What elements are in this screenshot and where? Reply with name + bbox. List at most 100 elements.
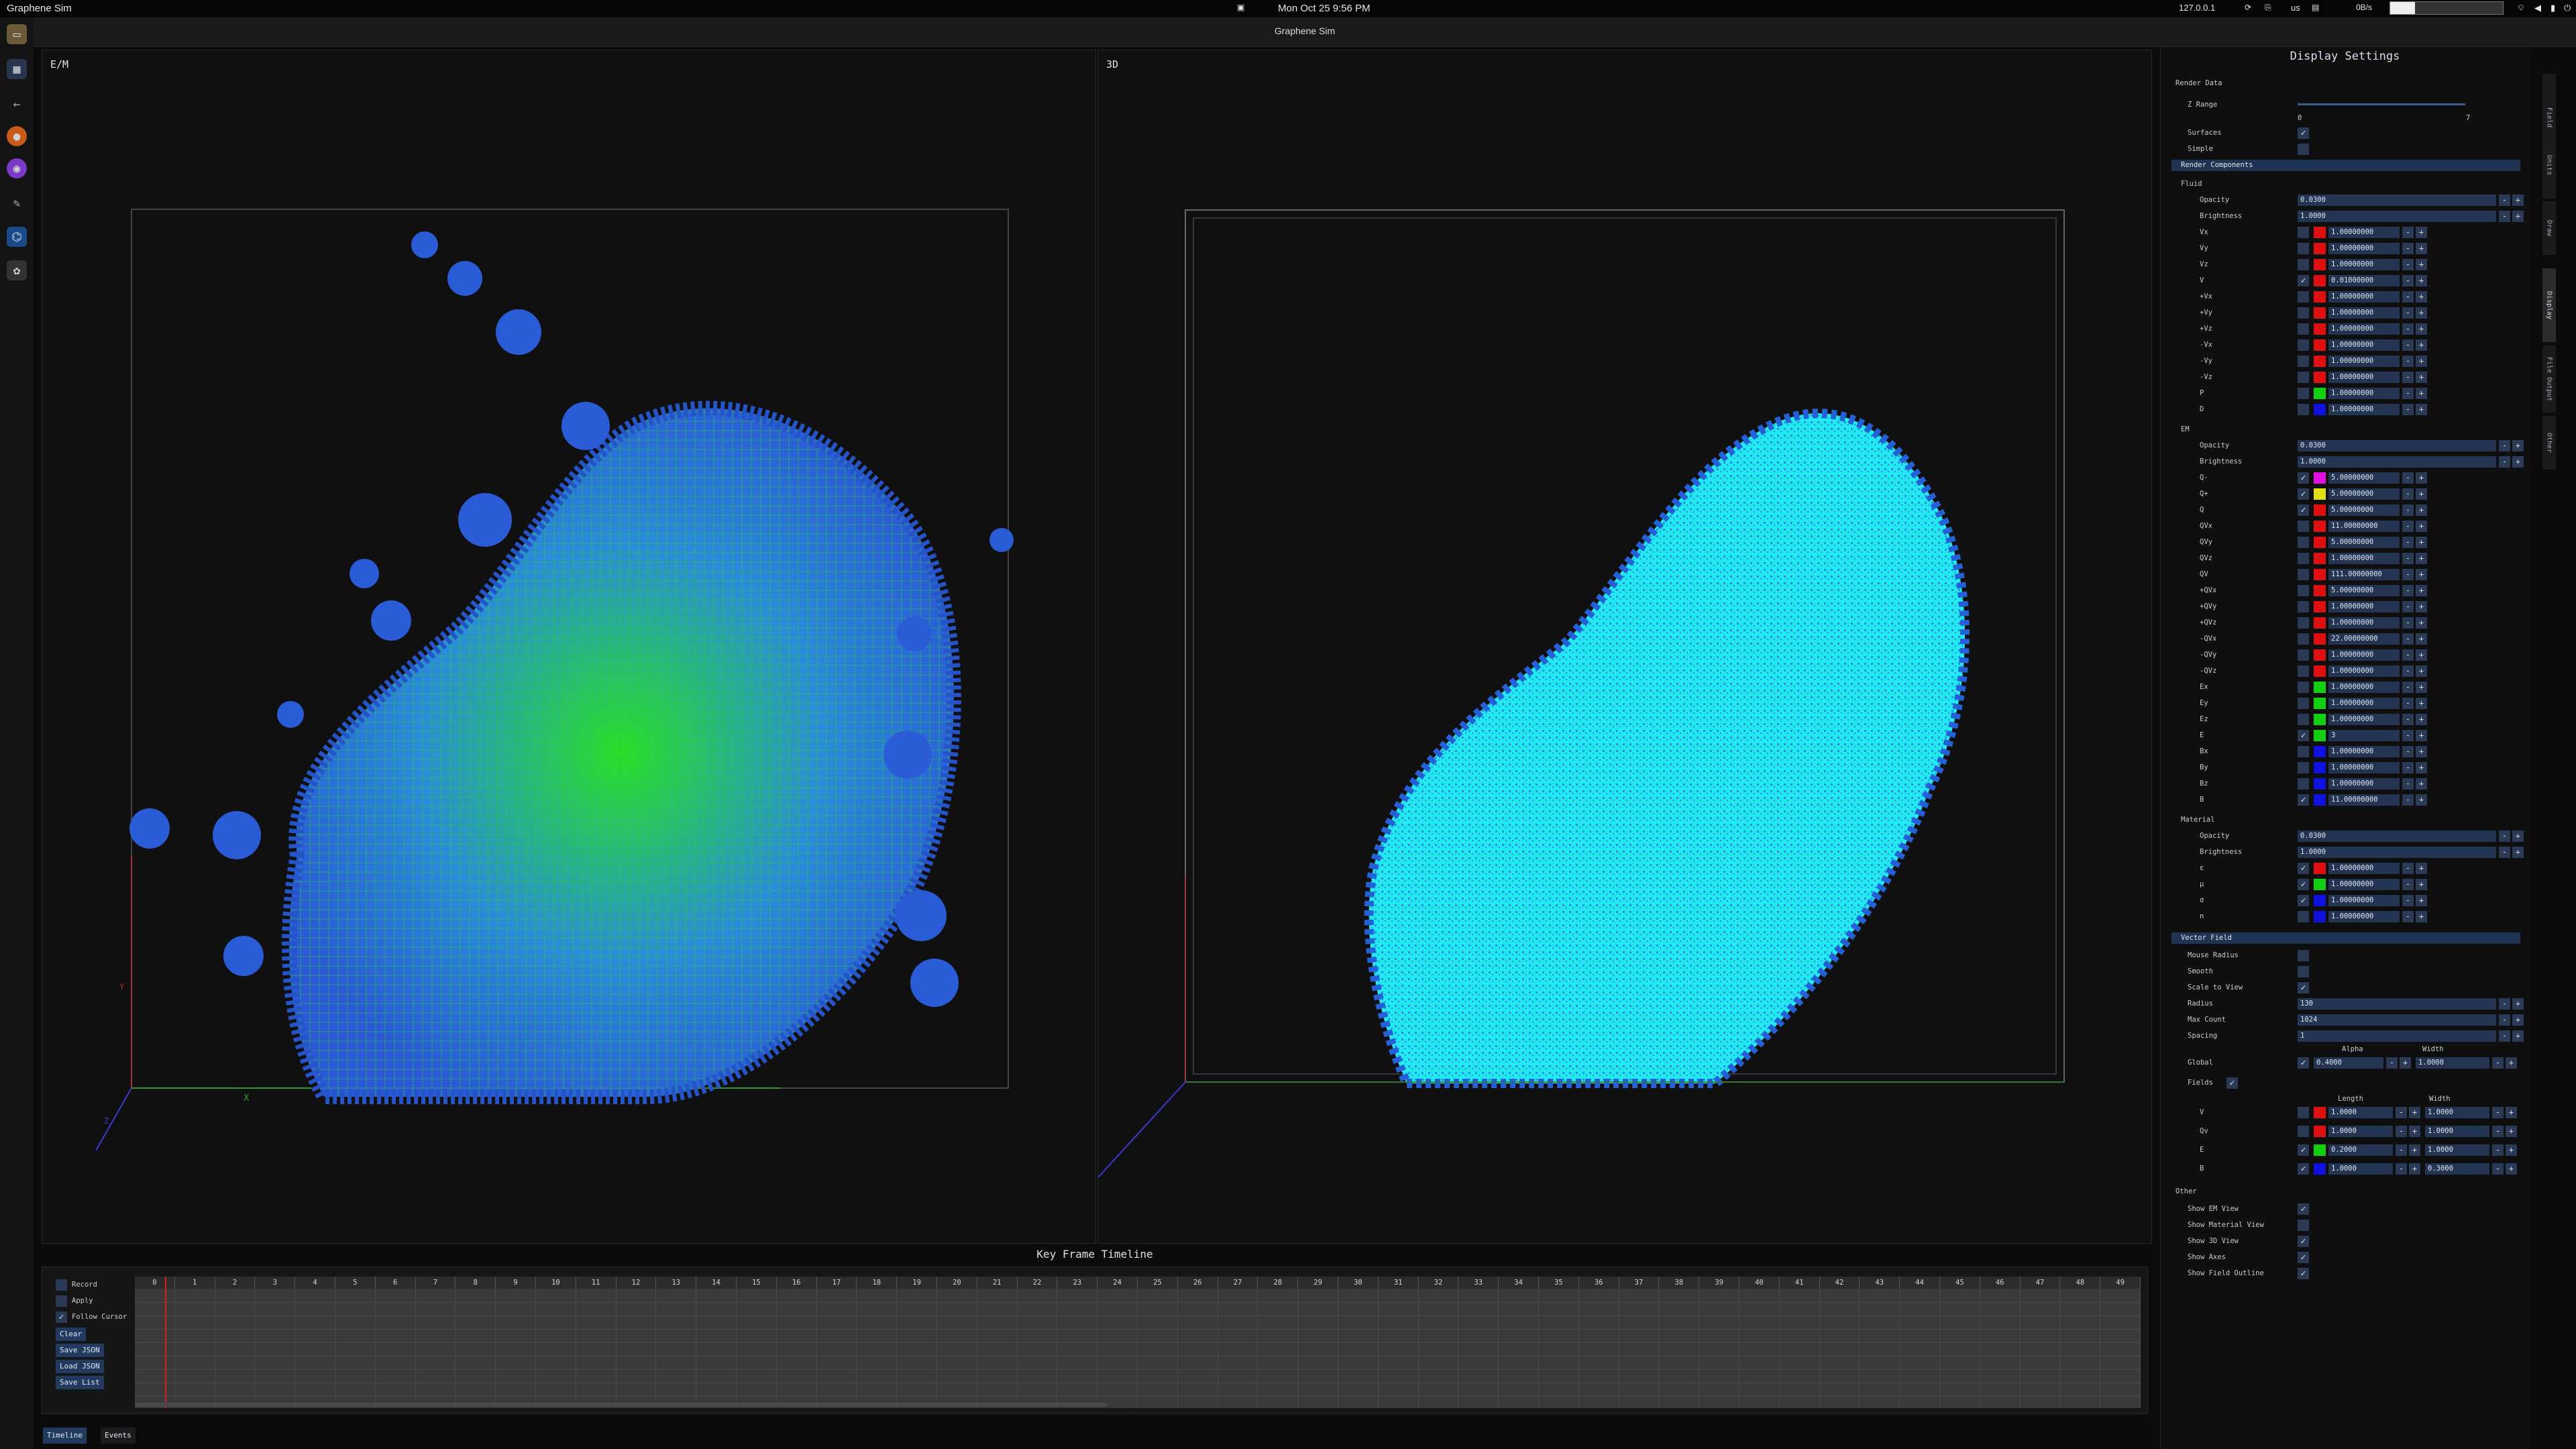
em-row-scale-plus[interactable]: +	[2416, 488, 2427, 500]
key-frame-timeline[interactable]: Record Apply ✓ Follow Cursor Clear Save …	[42, 1267, 2148, 1414]
vector-field-length-input[interactable]: 1.0000	[2328, 1126, 2393, 1137]
em-row-scale-minus[interactable]: -	[2402, 746, 2414, 757]
fluid-row-scale-minus[interactable]: -	[2402, 372, 2414, 383]
browser-icon[interactable]: ◉	[7, 158, 27, 178]
timeline-frame-header[interactable]: 33	[1458, 1277, 1499, 1289]
side-tab-other[interactable]: Other	[2542, 416, 2556, 470]
em-row-scale-plus[interactable]: +	[2416, 585, 2427, 596]
timeline-frame-column[interactable]	[1659, 1289, 1700, 1408]
fluid-row-scale-input[interactable]: 1.00000000	[2328, 307, 2400, 319]
em-row-checkbox[interactable]: ✓	[2298, 504, 2309, 516]
timeline-frame-header[interactable]: 21	[977, 1277, 1018, 1289]
fluid-row-scale-input[interactable]: 1.00000000	[2328, 323, 2400, 335]
fluid-row-checkbox[interactable]	[2298, 291, 2309, 303]
em-row-scale-input[interactable]: 5.00000000	[2328, 504, 2400, 516]
em-row-color-swatch[interactable]	[2314, 472, 2326, 484]
fluid-row-checkbox[interactable]	[2298, 356, 2309, 367]
timeline-frame-header[interactable]: 44	[1900, 1277, 1940, 1289]
tab-timeline[interactable]: Timeline	[43, 1428, 87, 1444]
timeline-frame-header[interactable]: 19	[897, 1277, 937, 1289]
timeline-frame-header[interactable]: 12	[616, 1277, 657, 1289]
fluid-row-checkbox[interactable]	[2298, 339, 2309, 351]
vector-field-length-plus[interactable]: +	[2409, 1144, 2420, 1156]
other-option-checkbox[interactable]: ✓	[2298, 1268, 2309, 1279]
timeline-frame-column[interactable]	[977, 1289, 1018, 1408]
timeline-frame-column[interactable]	[1699, 1289, 1739, 1408]
material-row-checkbox[interactable]: ✓	[2298, 879, 2309, 890]
material-row-color-swatch[interactable]	[2314, 895, 2326, 906]
timeline-frame-header[interactable]: 26	[1177, 1277, 1218, 1289]
timeline-scrollbar[interactable]	[135, 1403, 1108, 1407]
em-row-scale-plus[interactable]: +	[2416, 633, 2427, 645]
timeline-frame-header[interactable]: 34	[1499, 1277, 1539, 1289]
em-row-scale-minus[interactable]: -	[2402, 569, 2414, 580]
em-row-scale-input[interactable]: 1.00000000	[2328, 778, 2400, 790]
fluid-row-scale-minus[interactable]: -	[2402, 356, 2414, 367]
spacing-minus[interactable]: -	[2499, 1030, 2510, 1042]
fluid-row-scale-plus[interactable]: +	[2416, 307, 2427, 319]
timeline-frame-column[interactable]	[857, 1289, 898, 1408]
em-row-scale-minus[interactable]: -	[2402, 488, 2414, 500]
em-row-color-swatch[interactable]	[2314, 601, 2326, 612]
timeline-frame-column[interactable]	[897, 1289, 937, 1408]
em-row-checkbox[interactable]	[2298, 746, 2309, 757]
em-opacity-plus[interactable]: +	[2512, 440, 2524, 451]
vector-field-length-plus[interactable]: +	[2409, 1107, 2420, 1118]
side-tab-units[interactable]: Units	[2542, 131, 2556, 199]
vector-field-row-checkbox[interactable]	[2298, 1107, 2309, 1118]
em-row-checkbox[interactable]: ✓	[2298, 730, 2309, 741]
em-row-scale-plus[interactable]: +	[2416, 698, 2427, 709]
fluid-opacity-input[interactable]: 0.0300	[2298, 195, 2496, 206]
other-option-checkbox[interactable]: ✓	[2298, 1203, 2309, 1215]
timeline-frame-header[interactable]: 30	[1338, 1277, 1379, 1289]
max-count-input[interactable]: 1024	[2298, 1014, 2496, 1026]
timeline-frame-column[interactable]	[1057, 1289, 1098, 1408]
timeline-frame-header[interactable]: 39	[1699, 1277, 1739, 1289]
fields-checkbox[interactable]: ✓	[2226, 1077, 2238, 1089]
em-row-scale-input[interactable]: 1.00000000	[2328, 746, 2400, 757]
em-row-scale-plus[interactable]: +	[2416, 778, 2427, 790]
material-row-scale-minus[interactable]: -	[2402, 895, 2414, 906]
fluid-row-scale-plus[interactable]: +	[2416, 291, 2427, 303]
timeline-frame-column[interactable]	[175, 1289, 215, 1408]
em-row-scale-input[interactable]: 1.00000000	[2328, 617, 2400, 629]
radius-plus[interactable]: +	[2512, 998, 2524, 1010]
em-row-color-swatch[interactable]	[2314, 698, 2326, 709]
em-row-scale-plus[interactable]: +	[2416, 504, 2427, 516]
fluid-row-scale-plus[interactable]: +	[2416, 339, 2427, 351]
timeline-frame-column[interactable]	[1739, 1289, 1780, 1408]
vector-field-row-color-swatch[interactable]	[2314, 1126, 2326, 1137]
em-row-scale-minus[interactable]: -	[2402, 601, 2414, 612]
timeline-frame-header[interactable]: 43	[1860, 1277, 1900, 1289]
global-width-input[interactable]: 1.0000	[2416, 1057, 2489, 1069]
em-row-scale-plus[interactable]: +	[2416, 730, 2427, 741]
em-row-scale-plus[interactable]: +	[2416, 521, 2427, 532]
em-row-scale-plus[interactable]: +	[2416, 569, 2427, 580]
em-row-color-swatch[interactable]	[2314, 569, 2326, 580]
clipboard-icon[interactable]: ⎘	[2265, 3, 2271, 13]
vector-field-length-minus[interactable]: -	[2396, 1126, 2407, 1137]
em-row-scale-minus[interactable]: -	[2402, 617, 2414, 629]
fluid-row-scale-minus[interactable]: -	[2402, 259, 2414, 270]
timeline-frame-header[interactable]: 3	[255, 1277, 296, 1289]
timeline-frame-header[interactable]: 40	[1739, 1277, 1780, 1289]
timeline-frame-column[interactable]	[1499, 1289, 1539, 1408]
material-row-color-swatch[interactable]	[2314, 863, 2326, 874]
window-titlebar[interactable]: Graphene Sim	[34, 17, 2576, 47]
timeline-frame-header[interactable]: 17	[816, 1277, 857, 1289]
timeline-frame-column[interactable]	[496, 1289, 536, 1408]
material-brightness-input[interactable]: 1.0000	[2298, 847, 2496, 858]
em-viewport[interactable]: E/M X Y Z	[42, 50, 1096, 1244]
em-row-scale-input[interactable]: 5.00000000	[2328, 472, 2400, 484]
timeline-frame-column[interactable]	[376, 1289, 416, 1408]
material-opacity-input[interactable]: 0.0300	[2298, 830, 2496, 842]
material-opacity-plus[interactable]: +	[2512, 830, 2524, 842]
em-row-checkbox[interactable]	[2298, 682, 2309, 693]
max-count-minus[interactable]: -	[2499, 1014, 2510, 1026]
timeline-frame-header[interactable]: 49	[2100, 1277, 2141, 1289]
fluid-row-scale-input[interactable]: 1.00000000	[2328, 243, 2400, 254]
vector-field-width-input[interactable]: 0.3000	[2425, 1163, 2489, 1175]
timeline-frame-header[interactable]: 47	[2020, 1277, 2061, 1289]
vector-field-length-input[interactable]: 1.0000	[2328, 1163, 2393, 1175]
other-option-checkbox[interactable]	[2298, 1220, 2309, 1231]
